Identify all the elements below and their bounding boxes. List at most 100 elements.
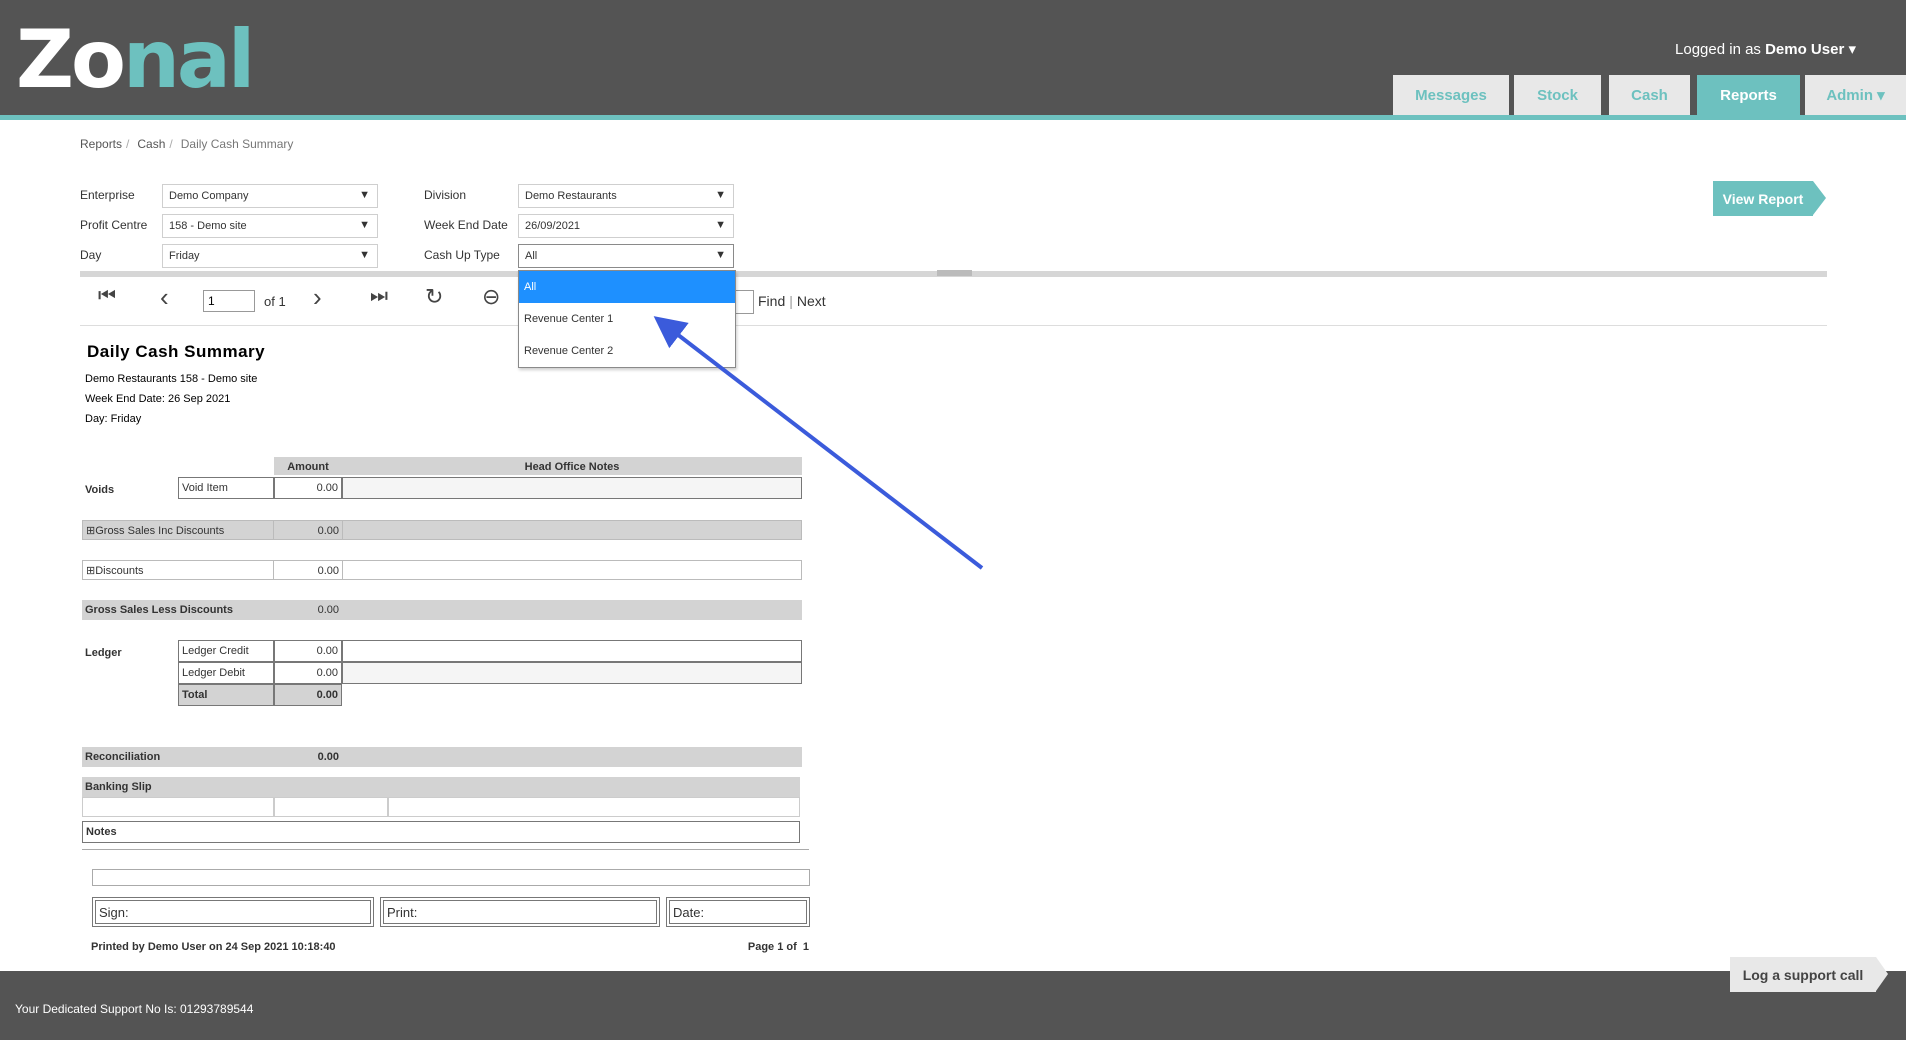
- profit-centre-select[interactable]: 158 - Demo site ▼: [162, 214, 378, 238]
- reconciliation-amount: 0.00: [274, 747, 342, 767]
- report-title: Daily Cash Summary: [87, 342, 266, 361]
- first-page-icon[interactable]: ⏮: [98, 285, 116, 308]
- dropdown-option-all[interactable]: All: [519, 271, 735, 303]
- voids-label: Voids: [85, 484, 115, 496]
- date-field: Date:: [666, 897, 810, 927]
- view-report-button[interactable]: View Report: [1713, 181, 1826, 216]
- sign-field: Sign:: [92, 897, 374, 927]
- banking-slip-cell-3: [388, 797, 800, 817]
- reconciliation-notes: [342, 747, 802, 767]
- banking-slip-cell-1: [82, 797, 274, 817]
- enterprise-select[interactable]: Demo Company ▼: [162, 184, 378, 208]
- log-support-call-button[interactable]: Log a support call: [1730, 957, 1888, 992]
- col-header-notes: Head Office Notes: [342, 457, 802, 475]
- report-subtitle-week: Week End Date: 26 Sep 2021: [85, 393, 231, 405]
- signature-top-box: [92, 869, 810, 886]
- banking-slip-label: Banking Slip: [82, 777, 800, 797]
- breadcrumb-cash[interactable]: Cash: [137, 137, 165, 151]
- dropdown-caret-icon: ▼: [359, 219, 370, 231]
- expand-icon[interactable]: ⊞: [86, 525, 95, 537]
- find-link[interactable]: Find: [758, 293, 785, 309]
- gross-sales-inc-row[interactable]: ⊞Gross Sales Inc Discounts: [82, 520, 274, 540]
- day-select[interactable]: Friday ▼: [162, 244, 378, 268]
- header-accent-line: [0, 115, 1906, 120]
- day-label: Day: [80, 248, 102, 262]
- division-value: Demo Restaurants: [525, 190, 617, 202]
- next-page-icon[interactable]: ›: [313, 282, 322, 313]
- find-controls: Find | Next: [758, 293, 826, 309]
- splitter-grip-icon[interactable]: [937, 270, 972, 276]
- printed-by-text: Printed by Demo User on 24 Sep 2021 10:1…: [91, 941, 336, 953]
- ledger-credit-amount: 0.00: [274, 640, 342, 662]
- find-separator: |: [789, 293, 793, 309]
- page-of-text: Page 1 of 1: [747, 941, 809, 953]
- page-number-input[interactable]: [203, 290, 255, 312]
- breadcrumb-separator: /: [169, 137, 173, 151]
- dropdown-option-revenue-center-2[interactable]: Revenue Center 2: [519, 335, 735, 367]
- report-subtitle-site: Demo Restaurants 158 - Demo site: [85, 373, 258, 385]
- banking-slip-cell-2: [274, 797, 388, 817]
- day-value: Friday: [169, 250, 200, 262]
- expand-icon[interactable]: ⊞: [86, 565, 95, 577]
- breadcrumb-reports[interactable]: Reports: [80, 137, 122, 151]
- gross-sales-inc-label: Gross Sales Inc Discounts: [95, 525, 225, 537]
- notes-label: Notes: [82, 821, 800, 843]
- week-end-date-label: Week End Date: [424, 218, 508, 232]
- col-header-amount: Amount: [274, 457, 342, 475]
- gross-sales-less-amount: 0.00: [274, 600, 342, 620]
- ledger-debit-label: Ledger Debit: [178, 662, 274, 684]
- breadcrumb: Reports / Cash / Daily Cash Summary: [80, 137, 297, 151]
- gross-sales-less-notes: [342, 600, 802, 620]
- cash-up-type-dropdown: All Revenue Center 1 Revenue Center 2: [518, 270, 736, 368]
- breadcrumb-current: Daily Cash Summary: [180, 137, 294, 151]
- enterprise-label: Enterprise: [80, 188, 135, 202]
- nav-stock[interactable]: Stock: [1514, 75, 1601, 115]
- ledger-debit-amount: 0.00: [274, 662, 342, 684]
- prev-page-icon[interactable]: ‹: [160, 282, 169, 313]
- ledger-total-label: Total: [178, 684, 274, 706]
- zonal-logo[interactable]: Zonal: [16, 20, 255, 100]
- dropdown-caret-icon: ▼: [715, 249, 726, 261]
- find-input[interactable]: [733, 290, 754, 314]
- reconciliation-label: Reconciliation: [82, 747, 274, 767]
- page-footer: Your Dedicated Support No Is: 0129378954…: [0, 971, 1906, 1040]
- user-menu[interactable]: Logged in as Demo User ▾: [1675, 40, 1856, 58]
- discounts-amount: 0.00: [274, 560, 342, 580]
- nav-reports[interactable]: Reports: [1697, 75, 1800, 115]
- ledger-credit-label: Ledger Credit: [178, 640, 274, 662]
- last-page-icon[interactable]: ⏭: [370, 285, 388, 308]
- discounts-row[interactable]: ⊞Discounts: [82, 560, 274, 580]
- gross-sales-inc-amount: 0.00: [274, 520, 342, 540]
- void-item-notes: [342, 477, 802, 499]
- division-select[interactable]: Demo Restaurants ▼: [518, 184, 734, 208]
- back-icon[interactable]: ⊖: [482, 284, 500, 310]
- refresh-icon[interactable]: ↻: [425, 284, 443, 310]
- cash-up-type-label: Cash Up Type: [424, 248, 500, 262]
- ledger-debit-notes: [342, 662, 802, 684]
- dropdown-caret-icon: ▼: [359, 249, 370, 261]
- breadcrumb-separator: /: [126, 137, 130, 151]
- dropdown-option-revenue-center-1[interactable]: Revenue Center 1: [519, 303, 735, 335]
- nav-admin[interactable]: Admin ▾: [1805, 75, 1906, 115]
- dropdown-caret-icon: ▼: [715, 219, 726, 231]
- week-end-date-select[interactable]: 26/09/2021 ▼: [518, 214, 734, 238]
- dropdown-caret-icon: ▼: [715, 189, 726, 201]
- next-link[interactable]: Next: [797, 293, 826, 309]
- nav-cash[interactable]: Cash: [1609, 75, 1690, 115]
- support-number: Your Dedicated Support No Is: 0129378954…: [15, 1002, 254, 1016]
- print-field: Print:: [380, 897, 660, 927]
- enterprise-value: Demo Company: [169, 190, 249, 202]
- gross-sales-less-label: Gross Sales Less Discounts: [82, 600, 274, 620]
- discounts-notes: [342, 560, 802, 580]
- division-label: Division: [424, 188, 467, 202]
- nav-messages[interactable]: Messages: [1393, 75, 1509, 115]
- dropdown-caret-icon: ▼: [359, 189, 370, 201]
- cash-up-type-select[interactable]: All ▼: [518, 244, 734, 268]
- void-item-amount: 0.00: [274, 477, 342, 499]
- discounts-label: Discounts: [95, 565, 144, 577]
- ledger-credit-notes: [342, 640, 802, 662]
- gross-sales-inc-notes: [342, 520, 802, 540]
- profit-centre-label: Profit Centre: [80, 218, 148, 232]
- report-subtitle-day: Day: Friday: [85, 413, 142, 425]
- logged-in-prefix: Logged in as: [1675, 41, 1761, 58]
